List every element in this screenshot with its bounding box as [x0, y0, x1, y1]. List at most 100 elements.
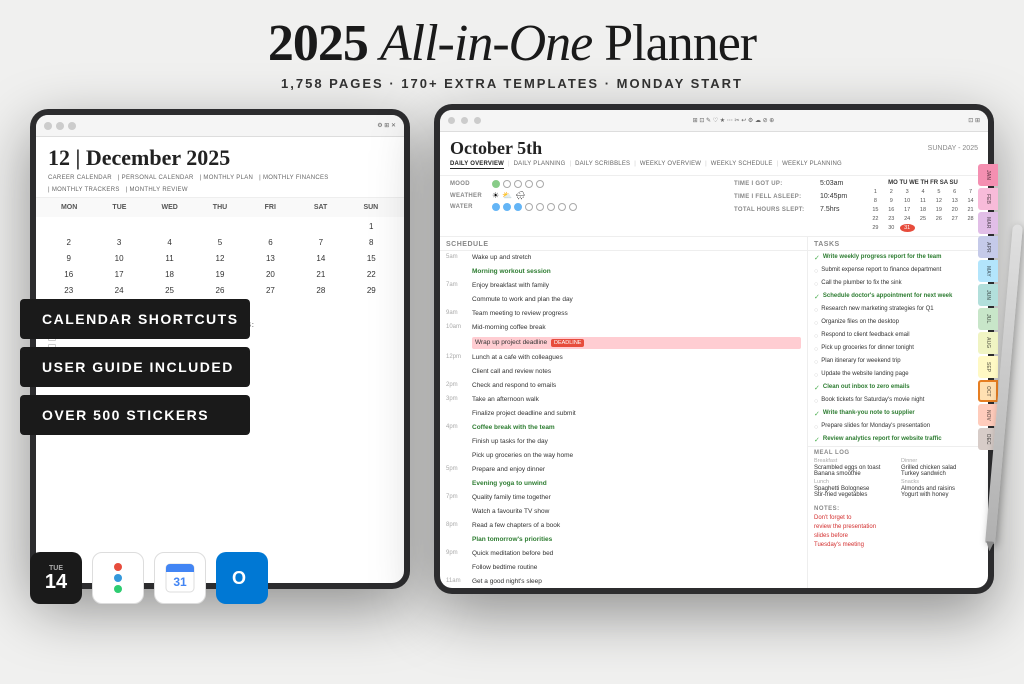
tab-daily-planning[interactable]: DAILY PLANNING — [514, 161, 566, 169]
cal-tab-3[interactable]: | MONTHLY PLAN — [200, 175, 254, 181]
cal-day-27[interactable]: 27 — [246, 283, 295, 298]
tab-weekly-schedule[interactable]: WEEKLY SCHEDULE — [711, 161, 773, 169]
sched-groceries: Pick up groceries on the way home — [440, 449, 807, 463]
cal-day-10[interactable]: 10 — [94, 251, 143, 266]
tab-jul[interactable]: JUL — [978, 308, 998, 330]
task-7: ○ Respond to client feedback email — [808, 329, 988, 342]
tab-weekly-overview[interactable]: WEEKLY OVERVIEW — [640, 161, 701, 169]
cal-tab-5[interactable]: | MONTHLY TRACKERS — [48, 187, 120, 193]
cal-day-20[interactable]: 20 — [246, 267, 295, 282]
cal-day-24[interactable]: 24 — [94, 283, 143, 298]
cal-day-28[interactable]: 28 — [296, 283, 345, 298]
water-c2[interactable] — [503, 203, 511, 211]
cal-tab-4[interactable]: | MONTHLY FINANCES — [259, 175, 328, 181]
daily-top-row: October 5th SUNDAY - 2025 — [450, 138, 978, 159]
cal-day-3[interactable]: 3 — [94, 235, 143, 250]
cal-tab-6[interactable]: | MONTHLY REVIEW — [126, 187, 188, 193]
cal-tab-1[interactable]: CAREER CALENDAR — [48, 175, 112, 181]
month-color-tabs: JAN FEB MAR APR MAY JUN JUL AUG SEP OCT … — [978, 164, 998, 450]
cal-day-16[interactable]: 16 — [44, 267, 93, 282]
water-c1[interactable] — [492, 203, 500, 211]
cal-day-21[interactable]: 21 — [296, 267, 345, 282]
cal-day-6[interactable]: 6 — [246, 235, 295, 250]
sleep-trackers: TIME I GOT UP: 5:03am TIME I FELL ASLEEP… — [734, 180, 854, 232]
monthly-notes: NOTES: — [225, 322, 392, 366]
tab-jun[interactable]: JUN — [978, 284, 998, 306]
tab-oct[interactable]: OCT — [978, 380, 998, 402]
cal-day-4[interactable]: 4 — [145, 235, 194, 250]
cal-day-17[interactable]: 17 — [94, 267, 143, 282]
cal-day-e4 — [296, 299, 345, 314]
tab-daily-scribbles[interactable]: DAILY SCRIBBLES — [575, 161, 630, 169]
mood-c3[interactable] — [514, 180, 522, 188]
mood-c5[interactable] — [536, 180, 544, 188]
water-c7[interactable] — [558, 203, 566, 211]
water-c8[interactable] — [569, 203, 577, 211]
sched-bedtime: Follow bedtime routine — [440, 561, 807, 575]
task-2: ○ Submit expense report to finance depar… — [808, 264, 988, 277]
tab-aug[interactable]: AUG — [978, 332, 998, 354]
sched-finalize: Finalize project deadline and submit — [440, 407, 807, 421]
cal-day-7[interactable]: 7 — [296, 235, 345, 250]
cal-day-22[interactable]: 22 — [347, 267, 396, 282]
cal-day-13[interactable]: 13 — [246, 251, 295, 266]
tasks-header: TASKS — [808, 237, 988, 251]
cal-tab-2[interactable]: | PERSONAL CALENDAR — [118, 175, 194, 181]
cal-day-14[interactable]: 14 — [296, 251, 345, 266]
tab-mar[interactable]: MAR — [978, 212, 998, 234]
cal-day-25[interactable]: 25 — [145, 283, 194, 298]
sched-2pm-email: 2pm Check and respond to emails — [440, 379, 807, 393]
tab-apr[interactable]: APR — [978, 236, 998, 258]
cal-day-23[interactable]: 23 — [44, 283, 93, 298]
tab-daily-overview[interactable]: DAILY OVERVIEW — [450, 161, 504, 169]
calendar-date: 12 | December 2025 — [48, 145, 392, 171]
water-c4[interactable] — [525, 203, 533, 211]
cal-day-15[interactable]: 15 — [347, 251, 396, 266]
cal-day-12[interactable]: 12 — [195, 251, 244, 266]
calendar-day-headers: MON TUE WED THU FRI SAT SUN — [36, 198, 404, 217]
day-header-wed: WED — [145, 202, 195, 213]
tab-jan[interactable]: JAN — [978, 164, 998, 186]
mood-c1[interactable] — [492, 180, 500, 188]
outlook-icon: O — [226, 562, 258, 594]
rtb-icon1 — [448, 117, 455, 124]
tab-may[interactable]: MAY — [978, 260, 998, 282]
water-c6[interactable] — [547, 203, 555, 211]
cal-day-29[interactable]: 29 — [347, 283, 396, 298]
cal-day-2[interactable]: 2 — [44, 235, 93, 250]
cal-day-11[interactable]: 11 — [145, 251, 194, 266]
cal-day-18[interactable]: 18 — [145, 267, 194, 282]
svg-text:O: O — [232, 568, 246, 588]
water-c3[interactable] — [514, 203, 522, 211]
tab-sep[interactable]: SEP — [978, 356, 998, 378]
weather-icons: ☀ ⛅ 🌧 — [492, 191, 525, 200]
check-icon-9: ○ — [814, 358, 818, 366]
feature-badges: CALENDAR SHORTCUTS USER GUIDE INCLUDED O… — [20, 299, 250, 435]
calendar-header: 12 | December 2025 CAREER CALENDAR | PER… — [36, 137, 404, 198]
calendar-day-icon: TUE 14 — [30, 552, 82, 604]
cal-day-1[interactable]: 1 — [347, 219, 396, 234]
cal-day-19[interactable]: 19 — [195, 267, 244, 282]
sched-9am-meeting: 9am Team meeting to review progress — [440, 307, 807, 321]
cal-day-empty4 — [195, 219, 244, 234]
tab-weekly-planning[interactable]: WEEKLY PLANNING — [782, 161, 842, 169]
task-15: ✓ Review analytics report for website tr… — [808, 433, 988, 446]
snacks-label: Snacks — [901, 479, 982, 485]
water-c5[interactable] — [536, 203, 544, 211]
notes-text: Don't forget toreview the presentationsl… — [814, 514, 982, 550]
cal-day-5[interactable]: 5 — [195, 235, 244, 250]
day-header-sat: SAT — [295, 202, 345, 213]
gcal-icon-box: 31 — [154, 552, 206, 604]
sched-9pm-meditate: 9pm Quick meditation before bed — [440, 547, 807, 561]
cal-day-26[interactable]: 26 — [195, 283, 244, 298]
mood-c4[interactable] — [525, 180, 533, 188]
check-icon-13: ✓ — [814, 410, 820, 418]
left-top-bar: ⚙ ⊞ ✕ — [36, 115, 404, 137]
mini-cal-grid: 1234567 891011121314 15161718192021 2223… — [868, 188, 978, 232]
schedule-column: SCHEDULE 5am Wake up and stretch Morning… — [440, 237, 808, 588]
cal-day-9[interactable]: 9 — [44, 251, 93, 266]
mood-c2[interactable] — [503, 180, 511, 188]
schedule-header: SCHEDULE — [440, 237, 807, 251]
tab-feb[interactable]: FEB — [978, 188, 998, 210]
cal-day-8[interactable]: 8 — [347, 235, 396, 250]
